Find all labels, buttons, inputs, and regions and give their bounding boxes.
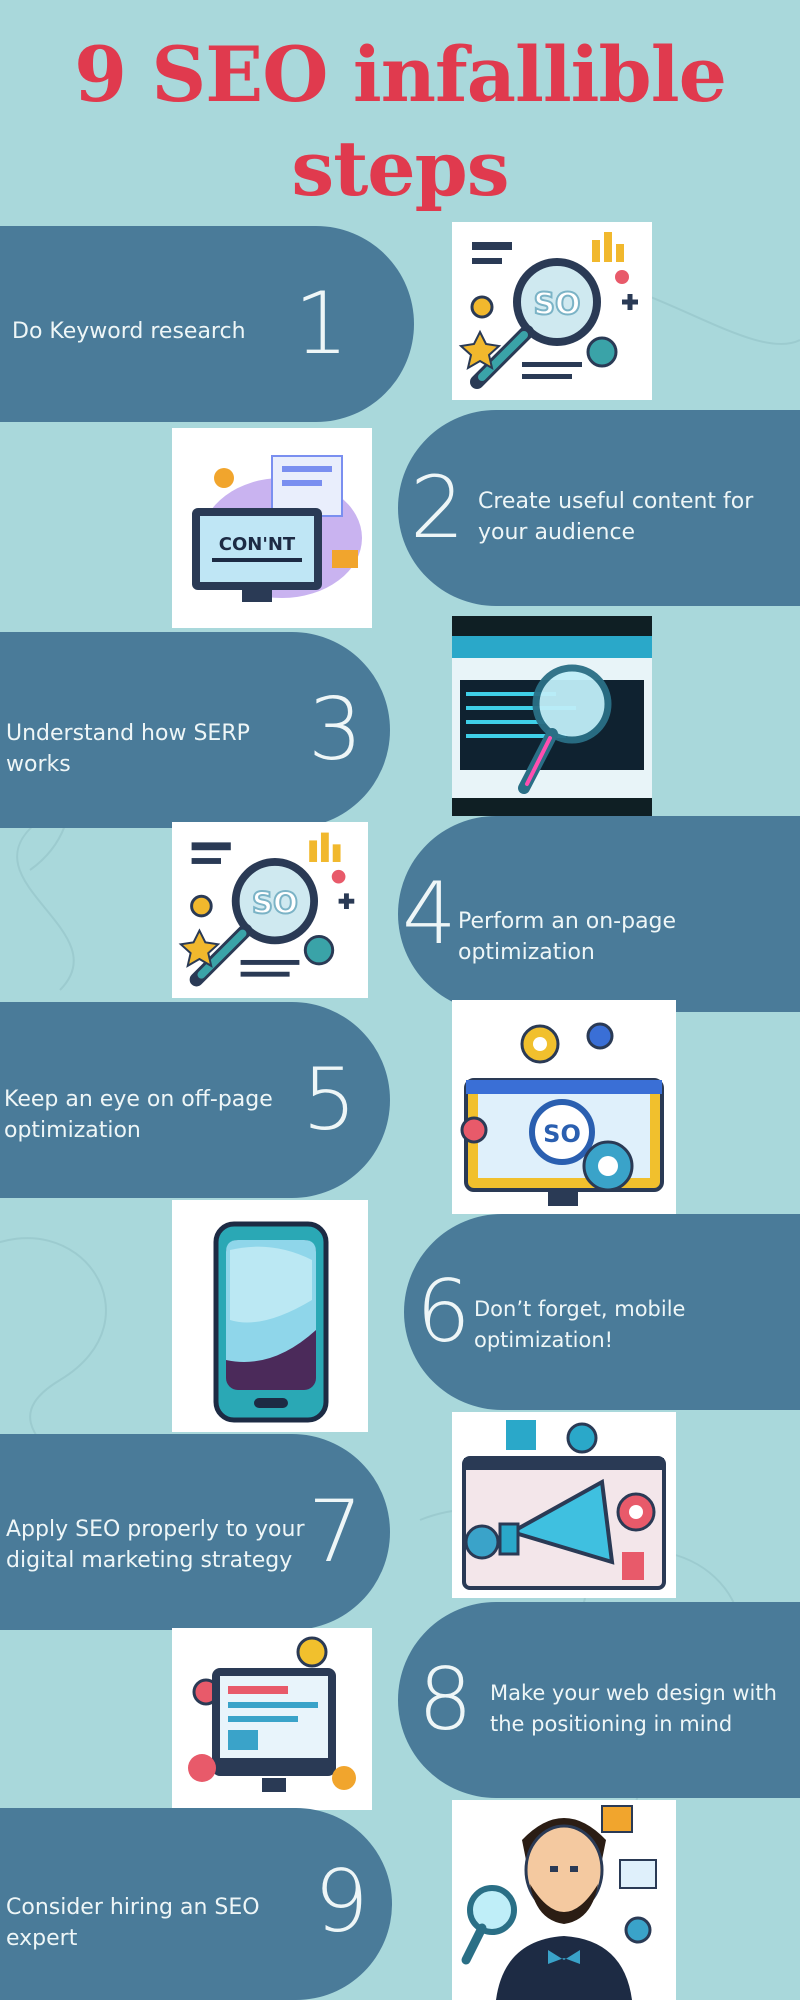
step-5-number: 5 <box>302 1050 357 1150</box>
step-1-illustration: SO <box>452 222 652 400</box>
page-title: 9 SEO infallible steps <box>0 28 800 216</box>
step-2-number: 2 <box>410 458 465 558</box>
step-3-illustration <box>452 616 652 816</box>
step-2-card: 2 Create useful content for your audienc… <box>398 410 800 606</box>
step-5-illustration: SO <box>452 1000 676 1214</box>
step-8-number: 8 <box>418 1650 473 1750</box>
step-7-illustration <box>452 1412 676 1598</box>
step-7-card: Apply SEO properly to your digital marke… <box>0 1434 390 1630</box>
step-2-illustration: CON'NT <box>172 428 372 628</box>
step-9-illustration <box>452 1800 676 2000</box>
seo-expert-person-icon <box>461 1805 657 2000</box>
step-3-number: 3 <box>308 680 363 780</box>
title-line-1: 9 SEO infallible <box>74 30 727 119</box>
step-8-text: Make your web design with the positionin… <box>490 1681 777 1736</box>
step-3-text: Understand how SERP works <box>6 721 250 777</box>
svg-text:SO: SO <box>543 1120 581 1148</box>
step-1-card: Do Keyword research 1 <box>0 226 414 422</box>
svg-text:CON'NT: CON'NT <box>219 534 296 555</box>
step-4-number: 4 <box>402 864 457 964</box>
step-6-illustration <box>172 1200 368 1432</box>
seo-gears-monitor-icon: SO <box>460 1022 664 1206</box>
title-line-2: steps <box>291 124 509 213</box>
smartphone-icon <box>213 1221 329 1423</box>
step-3-card: Understand how SERP works 3 <box>0 632 390 828</box>
step-6-number: 6 <box>416 1262 471 1362</box>
megaphone-marketing-icon <box>462 1420 666 1590</box>
step-4-text: Perform an on-page optimization <box>458 909 677 965</box>
svg-text:SO: SO <box>533 287 580 322</box>
web-design-monitor-icon <box>188 1636 356 1792</box>
step-5-text: Keep an eye on off-page optimization <box>4 1087 273 1143</box>
step-1-text: Do Keyword research <box>12 319 246 344</box>
step-9-card: Consider hiring an SEO expert 9 <box>0 1808 392 2000</box>
seo-magnifier-doodle-icon: SO <box>178 832 355 987</box>
step-7-number: 7 <box>308 1482 363 1582</box>
step-4-illustration: SO <box>172 822 368 998</box>
step-5-card: Keep an eye on off-page optimization 5 <box>0 1002 390 1198</box>
seo-magnifier-doodle-icon: SO <box>458 232 638 389</box>
step-1-number: 1 <box>294 274 349 374</box>
step-7-text: Apply SEO properly to your digital marke… <box>6 1517 305 1573</box>
svg-text:SO: SO <box>252 886 298 920</box>
step-4-card: 4 Perform an on-page optimization <box>398 816 800 1012</box>
step-8-card: 8 Make your web design with the position… <box>398 1602 800 1798</box>
step-6-text: Don’t forget, mobile optimization! <box>474 1297 686 1352</box>
serp-magnifier-screen-icon <box>452 636 652 798</box>
step-2-text: Create useful content for your audience <box>478 489 754 545</box>
step-9-number: 9 <box>314 1852 369 1952</box>
content-monitor-icon: CON'NT <box>192 455 362 602</box>
step-9-text: Consider hiring an SEO expert <box>6 1895 260 1951</box>
step-8-illustration <box>172 1628 372 1810</box>
step-6-card: 6 Don’t forget, mobile optimization! <box>404 1214 800 1410</box>
